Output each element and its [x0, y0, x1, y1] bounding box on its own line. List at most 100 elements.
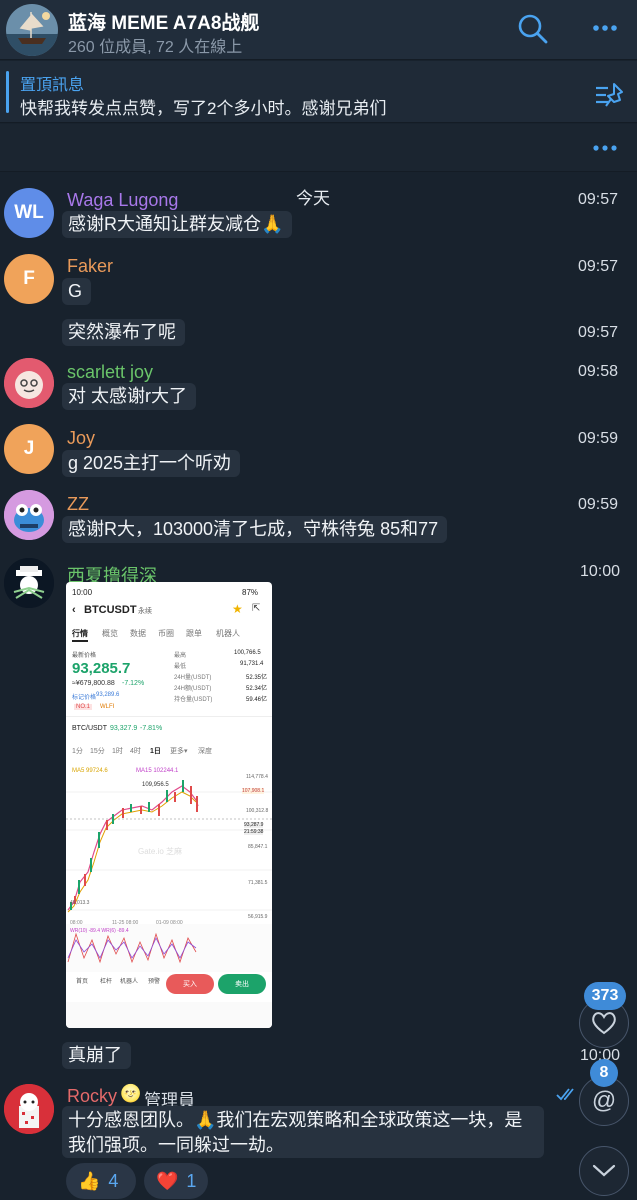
sub-pair: BTC/USDT — [72, 725, 107, 732]
status-battery: 87% — [242, 588, 259, 597]
message-text[interactable]: g 2025主打一个听劝 — [62, 450, 241, 477]
interval: 1日 — [150, 748, 161, 755]
sell-button: 卖出 — [218, 974, 266, 994]
message-text[interactable]: 真崩了 — [62, 1042, 131, 1069]
avatar[interactable] — [4, 558, 54, 608]
divider — [66, 716, 272, 717]
group-title[interactable]: 蓝海 MEME A7A8战舰 — [68, 8, 259, 35]
wr-label: WR(10) -89.4 WR(6) -89.4 — [70, 928, 129, 934]
avatar[interactable] — [4, 1084, 54, 1134]
pair-name: BTCUSDT — [84, 604, 137, 616]
sender-name[interactable]: scarlett joy — [67, 362, 153, 383]
message-text[interactable]: 感谢R大，103000清了七成，守株待兔 85和77 — [62, 516, 448, 543]
message-time: 09:57 — [578, 324, 619, 341]
app-tab: 跟单 — [186, 629, 202, 638]
chat-header: 蓝海 MEME A7A8战舰 260 位成員, 72 人在線上 — [0, 0, 637, 60]
message-text[interactable]: 十分感恩团队。🙏我们在宏观策略和全球政策这一块，是我们强项。一同躲过一劫。 — [62, 1106, 544, 1158]
date-label: 11-25 08:00 — [112, 920, 139, 926]
app-tab: 行情 — [72, 629, 88, 638]
axis-label: 100,312.8 — [246, 808, 269, 814]
heart-icon: ❤️ — [156, 1170, 179, 1191]
app-tab: 概览 — [102, 629, 118, 638]
group-avatar[interactable] — [6, 4, 58, 56]
date-label: 01-09 08:00 — [156, 920, 183, 926]
reaction-count: 4 — [108, 1170, 119, 1191]
stat-value: 91,731.4 — [240, 661, 264, 667]
search-icon[interactable] — [516, 12, 550, 46]
stat-value: 52.34亿 — [246, 686, 268, 692]
share-icon: ⇱ — [252, 603, 261, 614]
sender-name[interactable]: Rocky — [67, 1086, 117, 1107]
axis-label: 85,847.1 — [248, 844, 268, 850]
active-tab-indicator — [72, 640, 88, 642]
axis-label: 21:59:38 — [244, 829, 264, 835]
sender-name[interactable]: ZZ — [67, 494, 89, 515]
avatar[interactable] — [4, 490, 54, 540]
action-bar — [0, 124, 637, 172]
sender-name[interactable]: Faker — [67, 256, 113, 277]
cny-price: ≈¥679,800.88 — [72, 680, 115, 687]
chevron-down-icon — [592, 1164, 616, 1177]
interval: 15分 — [90, 748, 105, 755]
message-time: 10:00 — [580, 563, 621, 580]
reactions-badge: 373 — [584, 982, 626, 1010]
bottom-tab: 杠杆 — [100, 979, 113, 985]
more-actions-icon[interactable] — [588, 140, 622, 156]
latest-label: 最新价格 — [72, 653, 97, 659]
price: 93,285.7 — [72, 660, 131, 677]
android-nav-bar — [66, 1002, 272, 1028]
bottom-tab: 预警 — [148, 979, 161, 985]
date-label: 08:00 — [70, 920, 83, 926]
watermark: Gate.io 芝麻 — [138, 847, 183, 856]
axis-label: 114,778.4 — [246, 774, 268, 780]
interval: 1分 — [72, 748, 83, 755]
back-icon: ‹ — [72, 604, 76, 616]
star-icon: ★ — [232, 602, 243, 616]
low-label: 49,013.3 — [70, 900, 90, 906]
sender-name[interactable]: Waga Lugong — [67, 190, 178, 211]
stat-value: 52.35亿 — [246, 675, 268, 681]
mentions-badge: 8 — [590, 1059, 618, 1087]
mark-label: 标记价格 — [72, 695, 97, 701]
avatar[interactable]: J — [4, 424, 54, 474]
avatar[interactable]: F — [4, 254, 54, 304]
message-time: 09:57 — [578, 258, 619, 275]
scroll-down-button[interactable] — [579, 1146, 629, 1196]
message-text[interactable]: 感谢R大通知让群友减仓🙏 — [62, 211, 293, 238]
bottom-tab: 首页 — [76, 979, 89, 985]
peak-label: 109,956.5 — [142, 782, 169, 788]
stat-label: 最低 — [174, 664, 187, 670]
stat-label: 24H量(USDT) — [174, 675, 212, 681]
trading-app-screenshot[interactable]: 10:00 87% ‹ BTCUSDT 永续 ★ ⇱ 行情 概览 数据 币圈 跟… — [66, 582, 272, 1028]
axis-label: 71,381.5 — [248, 880, 268, 886]
pair-suffix: 永续 — [138, 608, 152, 615]
message-text[interactable]: 突然瀑布了呢 — [62, 319, 185, 346]
price-change: -7.12% — [122, 680, 145, 687]
pinned-indicator — [6, 71, 9, 113]
interval: 深度 — [198, 748, 212, 755]
at-sign-icon: @ — [591, 1087, 617, 1114]
stat-value: 59.46亿 — [246, 697, 268, 703]
member-count: 260 位成員, 72 人在線上 — [68, 39, 243, 56]
pinned-message-bar[interactable]: 置頂訊息 快帮我转发点点赞，写了2个多小时。感谢兄弟们 — [0, 61, 637, 123]
date-separator: 今天 — [296, 189, 330, 208]
sub-price: 93,327.9 — [110, 725, 138, 732]
sender-name[interactable]: Joy — [67, 428, 95, 449]
tag: WLFI — [100, 704, 115, 710]
pinned-title: 置頂訊息 — [20, 77, 85, 94]
message-text[interactable]: 对 太感谢r大了 — [62, 383, 196, 410]
more-menu-icon[interactable] — [588, 18, 622, 38]
reaction-heart[interactable]: ❤️ 1 — [144, 1163, 208, 1199]
pin-list-icon[interactable] — [594, 80, 626, 110]
avatar[interactable]: WL — [4, 188, 54, 238]
stat-value: 100,766.5 — [234, 650, 261, 656]
message-time: 09:59 — [578, 496, 619, 513]
axis-label: 107,908.1 — [242, 788, 265, 794]
sub-change: -7.81% — [140, 725, 163, 732]
avatar[interactable] — [4, 358, 54, 408]
mark-value: 93,289.6 — [96, 692, 120, 698]
tag: NO.1 — [74, 704, 93, 710]
message-time: 09:57 — [578, 191, 619, 208]
message-text[interactable]: G — [62, 278, 92, 305]
reaction-thumbs-up[interactable]: 👍 4 — [66, 1163, 136, 1199]
